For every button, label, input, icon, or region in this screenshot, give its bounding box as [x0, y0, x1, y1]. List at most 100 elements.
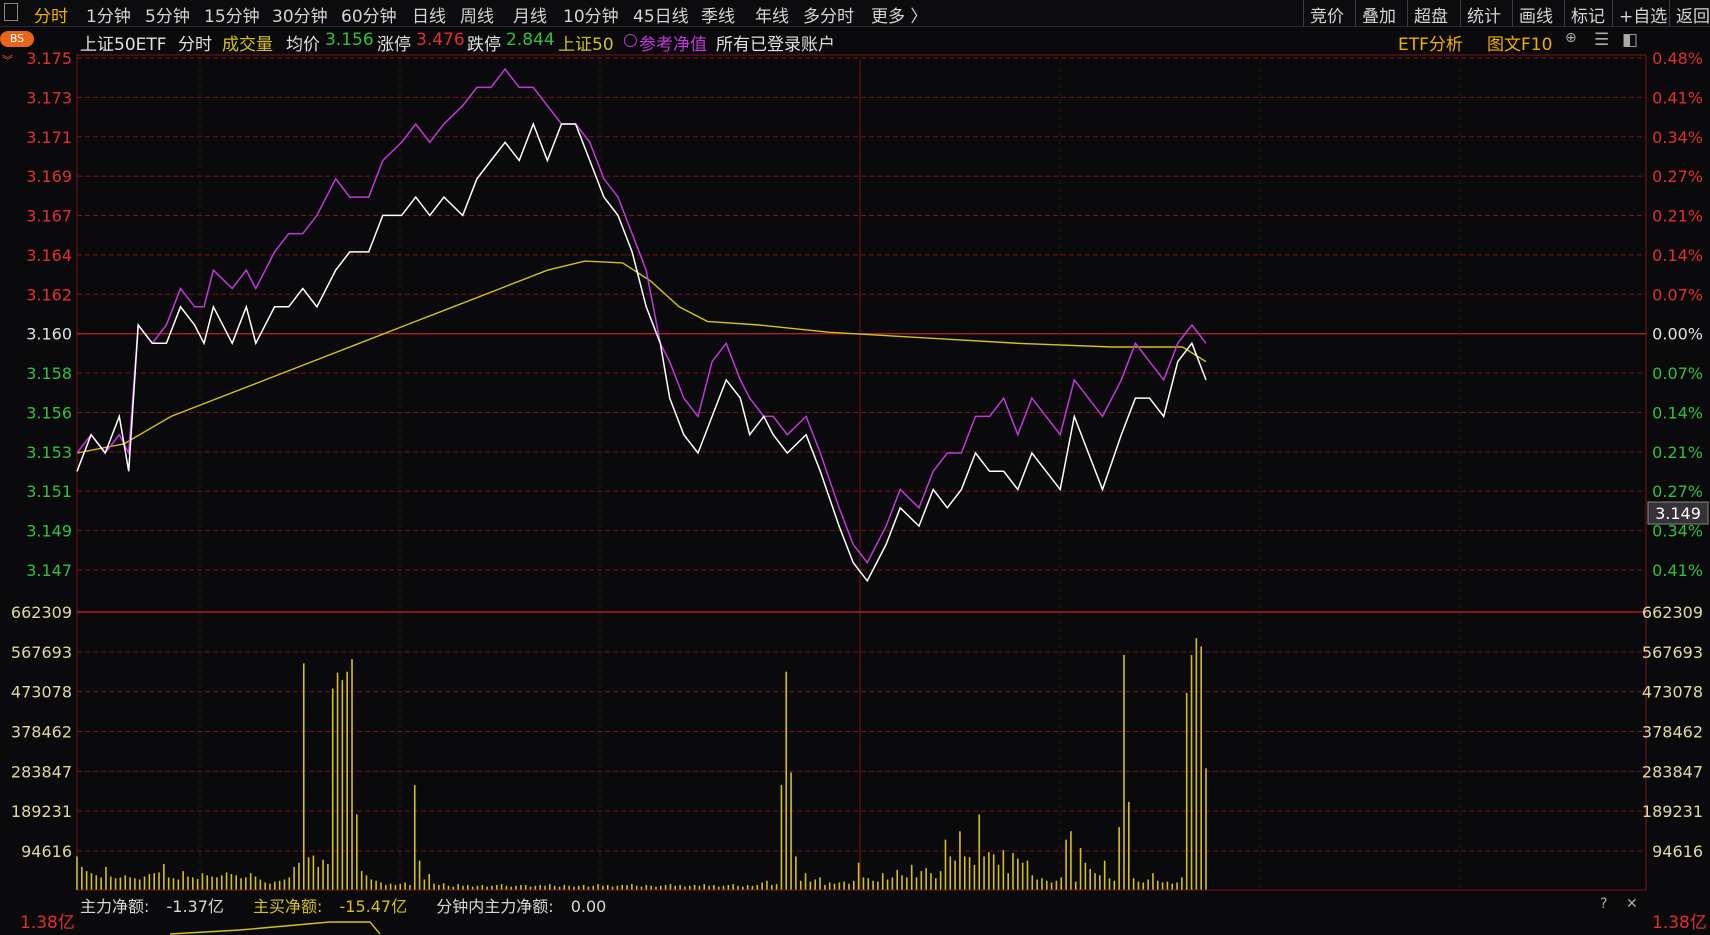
- flow-axis-label: 1.38亿: [20, 913, 75, 933]
- pct-tick-label: 0.34%: [1652, 128, 1703, 147]
- collapse-icon[interactable]: ︾: [2, 52, 13, 68]
- volume-tick-label: 189231: [1642, 802, 1703, 821]
- period-tab-1[interactable]: 1分钟: [86, 2, 131, 27]
- price-tick-label: 3.160: [26, 325, 72, 344]
- capital-flow-bar: 主力净额: -1.37亿 主买净额: -15.47亿 分钟内主力净额: 0.00: [80, 893, 630, 917]
- volume-tick-label: 567693: [1642, 643, 1703, 662]
- period-tab-8[interactable]: 月线: [513, 2, 547, 27]
- price-tick-label: 3.156: [26, 403, 72, 422]
- indicator-name[interactable]: 成交量: [222, 30, 273, 55]
- pct-tick-label: 0.21%: [1652, 207, 1703, 226]
- period-toolbar: 分时 1分钟 5分钟 15分钟 30分钟 60分钟 日线 周线 月线 10分钟 45日线 季线 年线 多分…: [0, 0, 1710, 27]
- volume-tick-label: 283847: [1642, 762, 1703, 781]
- pct-tick-label: 0.27%: [1652, 167, 1703, 186]
- volume-tick-label: 567693: [11, 643, 72, 662]
- price-tick-label: 3.167: [26, 207, 72, 226]
- up-arrow-icon[interactable]: ⊕: [1565, 30, 1577, 46]
- toolbar-separator: [1512, 0, 1513, 26]
- period-tab-12[interactable]: 年线: [755, 2, 789, 27]
- volume-tick-label: 473078: [1642, 683, 1703, 702]
- toolbar-button-3[interactable]: 统计: [1467, 2, 1501, 27]
- minute-net-value: 0.00: [570, 897, 607, 916]
- f10-link[interactable]: 图文F10: [1487, 30, 1552, 55]
- price-tick-label: 3.173: [26, 88, 72, 107]
- period-tab-5[interactable]: 60分钟: [341, 2, 397, 27]
- panel-toggle-icon[interactable]: [4, 3, 18, 21]
- price-tick-label: 3.147: [26, 561, 72, 580]
- nav-label[interactable]: 参考净值: [639, 30, 707, 55]
- price-line: [76, 121, 1207, 583]
- volume-bars: [76, 638, 1207, 890]
- period-tab-2[interactable]: 5分钟: [145, 2, 190, 27]
- current-price-tag: 3.149: [1655, 504, 1701, 523]
- toolbar-button-7[interactable]: 返回: [1676, 2, 1710, 27]
- layout-icon[interactable]: ◧: [1622, 30, 1638, 50]
- period-tab-14[interactable]: 更多 〉: [871, 2, 927, 27]
- period-tab-0[interactable]: 分时: [34, 2, 68, 27]
- pct-tick-label: 0.27%: [1652, 482, 1703, 501]
- pct-axis-right: 0.48%0.41%0.34%0.27%0.21%0.14%0.07%0.00%…: [1652, 49, 1703, 580]
- volume-tick-label: 662309: [11, 603, 72, 622]
- volume-tick-label: 378462: [11, 723, 72, 742]
- period-tab-9[interactable]: 10分钟: [563, 2, 619, 27]
- price-tick-label: 3.162: [26, 285, 72, 304]
- pct-tick-label: 0.14%: [1652, 403, 1703, 422]
- volume-tick-label: 662309: [1642, 603, 1703, 622]
- toolbar-button-1[interactable]: 叠加: [1362, 2, 1396, 27]
- period-tab-10[interactable]: 45日线: [633, 2, 689, 27]
- security-name: 上证50ETF: [80, 35, 167, 55]
- price-tick-label: 3.158: [26, 364, 72, 383]
- menu-icon[interactable]: ☰: [1594, 30, 1609, 50]
- main-buy-label: 主买净额:: [253, 897, 323, 916]
- etf-analysis-link[interactable]: ETF分析: [1398, 30, 1463, 55]
- avg-price-value: 3.156: [325, 30, 374, 50]
- pct-tick-label: 0.07%: [1652, 364, 1703, 383]
- main-net-label: 主力净额:: [80, 897, 150, 916]
- price-axis-left: 3.1753.1733.1713.1693.1673.1643.1623.160…: [26, 49, 72, 580]
- volume-tick-label: 378462: [1642, 723, 1703, 742]
- toolbar-button-2[interactable]: 超盘: [1414, 2, 1448, 27]
- period-tab-7[interactable]: 周线: [460, 2, 494, 27]
- limit-up-value: 3.476: [416, 30, 465, 50]
- close-icon[interactable]: ✕: [1626, 896, 1638, 912]
- account-label[interactable]: 所有已登录账户: [716, 30, 835, 55]
- period-tab-3[interactable]: 15分钟: [204, 2, 260, 27]
- chart-mode[interactable]: 分时: [178, 30, 212, 55]
- toolbar-separator: [1460, 0, 1461, 26]
- pct-tick-label: 0.34%: [1652, 522, 1703, 541]
- toolbar-separator: [1355, 0, 1356, 26]
- chart-grid: [76, 54, 1647, 891]
- limit-up-label: 涨停: [377, 35, 411, 55]
- toolbar-button-4[interactable]: 画线: [1519, 2, 1553, 27]
- pct-tick-label: 0.41%: [1652, 561, 1703, 580]
- chart-frame: [76, 54, 1647, 891]
- volume-tick-label: 283847: [11, 762, 72, 781]
- toolbar-button-6[interactable]: +自选: [1619, 2, 1667, 27]
- period-tab-4[interactable]: 30分钟: [272, 2, 328, 27]
- volume-tick-label: 189231: [11, 802, 72, 821]
- toolbar-separator: [1303, 0, 1304, 26]
- price-tick-label: 3.153: [26, 443, 72, 462]
- toolbar-separator: [1564, 0, 1565, 26]
- price-tick-label: 3.164: [26, 246, 72, 265]
- limit-down-value: 2.844: [506, 30, 555, 50]
- period-tab-13[interactable]: 多分时: [803, 2, 854, 27]
- period-tab-11[interactable]: 季线: [701, 2, 735, 27]
- pct-tick-label: 0.00%: [1652, 325, 1703, 344]
- toolbar-button-0[interactable]: 竞价: [1310, 2, 1344, 27]
- chart-extras: 3.149: [77, 501, 1709, 935]
- chart-info-bar: 上证50ETF 分时 成交量 均价 3.156 涨停 3.476 跌停 2.84…: [0, 28, 1710, 55]
- toolbar-button-5[interactable]: 标记: [1571, 2, 1605, 27]
- volume-tick-label: 94616: [21, 842, 72, 861]
- nav-circle-icon: ○: [623, 30, 638, 50]
- volume-axis-right: 662309 567693 473078 378462 283847 189231 9461…: [1642, 603, 1703, 861]
- index-name[interactable]: 上证50: [558, 30, 614, 55]
- period-tab-6[interactable]: 日线: [412, 2, 446, 27]
- price-tick-label: 3.169: [26, 167, 72, 186]
- intraday-chart[interactable]: 3.1753.1733.1713.1693.1673.1643.1623.160…: [0, 0, 1710, 935]
- help-icon[interactable]: ?: [1600, 896, 1607, 912]
- volume-tick-label: 94616: [1652, 842, 1703, 861]
- toolbar-separator: [1612, 0, 1613, 26]
- minute-net-label: 分钟内主力净额:: [436, 897, 554, 916]
- avg-price-label: 均价: [286, 35, 320, 55]
